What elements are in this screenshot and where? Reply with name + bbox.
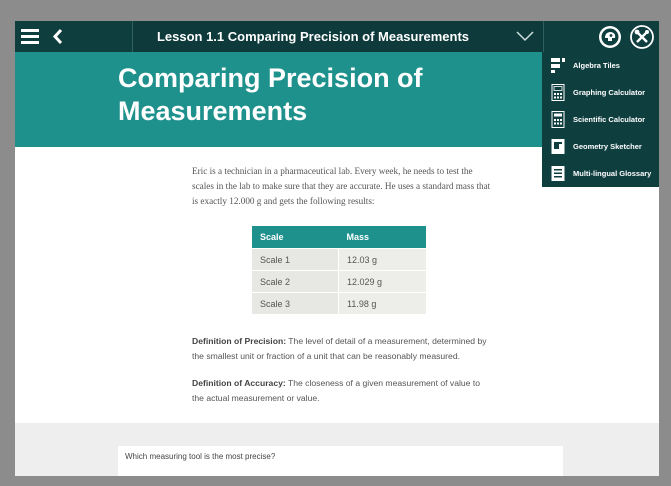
tool-item-scientific-calculator[interactable]: Scientific Calculator <box>542 106 659 133</box>
geometry-sketcher-icon <box>551 139 565 154</box>
table-cell: 12.029 g <box>338 270 426 293</box>
table-cell: Scale 3 <box>252 292 339 314</box>
lesson-title-dropdown[interactable]: Lesson 1.1 Comparing Precision of Measur… <box>132 21 544 52</box>
column-header: Scale <box>252 226 339 249</box>
tools-dropdown-menu: Algebra Tiles Graphing Calculator Scient… <box>542 52 659 187</box>
tool-item-geometry-sketcher[interactable]: Geometry Sketcher <box>542 133 659 160</box>
tools-button-icon[interactable] <box>598 25 622 49</box>
table-row: Scale 2 12.029 g <box>252 270 426 293</box>
accuracy-definition: Definition of Accuracy: The closeness of… <box>192 376 492 406</box>
top-bar: Lesson 1.1 Comparing Precision of Measur… <box>15 21 659 52</box>
glossary-icon <box>551 166 565 181</box>
wrench-screwdriver-icon[interactable] <box>630 25 654 49</box>
tool-label: Algebra Tiles <box>573 61 620 70</box>
table-cell: Scale 2 <box>252 270 339 293</box>
lesson-screen: Lesson 1.1 Comparing Precision of Measur… <box>15 21 659 476</box>
question-text: Which measuring tool is the most precise… <box>125 452 276 461</box>
column-header: Mass <box>338 226 426 249</box>
results-table: Scale Mass Scale 1 12.03 g Scale 2 12.02… <box>252 226 426 314</box>
tool-item-graphing-calculator[interactable]: Graphing Calculator <box>542 79 659 106</box>
page-title: Comparing Precision of Measurements <box>118 63 423 126</box>
tool-item-multilingual-glossary[interactable]: Multi-lingual Glossary <box>542 160 659 187</box>
table-row: Scale 3 11.98 g <box>252 292 426 314</box>
question-card[interactable]: Which measuring tool is the most precise… <box>118 446 563 476</box>
intro-paragraph: Eric is a technician in a pharmaceutical… <box>192 166 491 206</box>
table-row: Scale 1 12.03 g <box>252 248 426 271</box>
tool-item-algebra-tiles[interactable]: Algebra Tiles <box>542 52 659 79</box>
chevron-down-icon <box>516 31 534 42</box>
precision-label: Definition of Precision: <box>192 336 287 346</box>
graphing-calculator-icon <box>551 84 565 101</box>
tool-label: Geometry Sketcher <box>573 142 642 151</box>
back-arrow-icon[interactable] <box>52 28 64 45</box>
tool-label: Graphing Calculator <box>573 88 646 97</box>
precision-definition: Definition of Precision: The level of de… <box>192 334 492 364</box>
tool-label: Scientific Calculator <box>573 115 646 124</box>
table-cell: Scale 1 <box>252 248 339 271</box>
algebra-tiles-icon <box>551 58 565 73</box>
tool-label: Multi-lingual Glossary <box>573 169 652 178</box>
accuracy-label: Definition of Accuracy: <box>192 378 286 388</box>
table-cell: 11.98 g <box>338 292 426 314</box>
hamburger-menu-icon[interactable] <box>21 29 39 44</box>
table-cell: 12.03 g <box>338 248 426 271</box>
lesson-title: Lesson 1.1 Comparing Precision of Measur… <box>156 29 470 44</box>
table-header-row: Scale Mass <box>252 226 426 249</box>
scientific-calculator-icon <box>551 111 565 128</box>
